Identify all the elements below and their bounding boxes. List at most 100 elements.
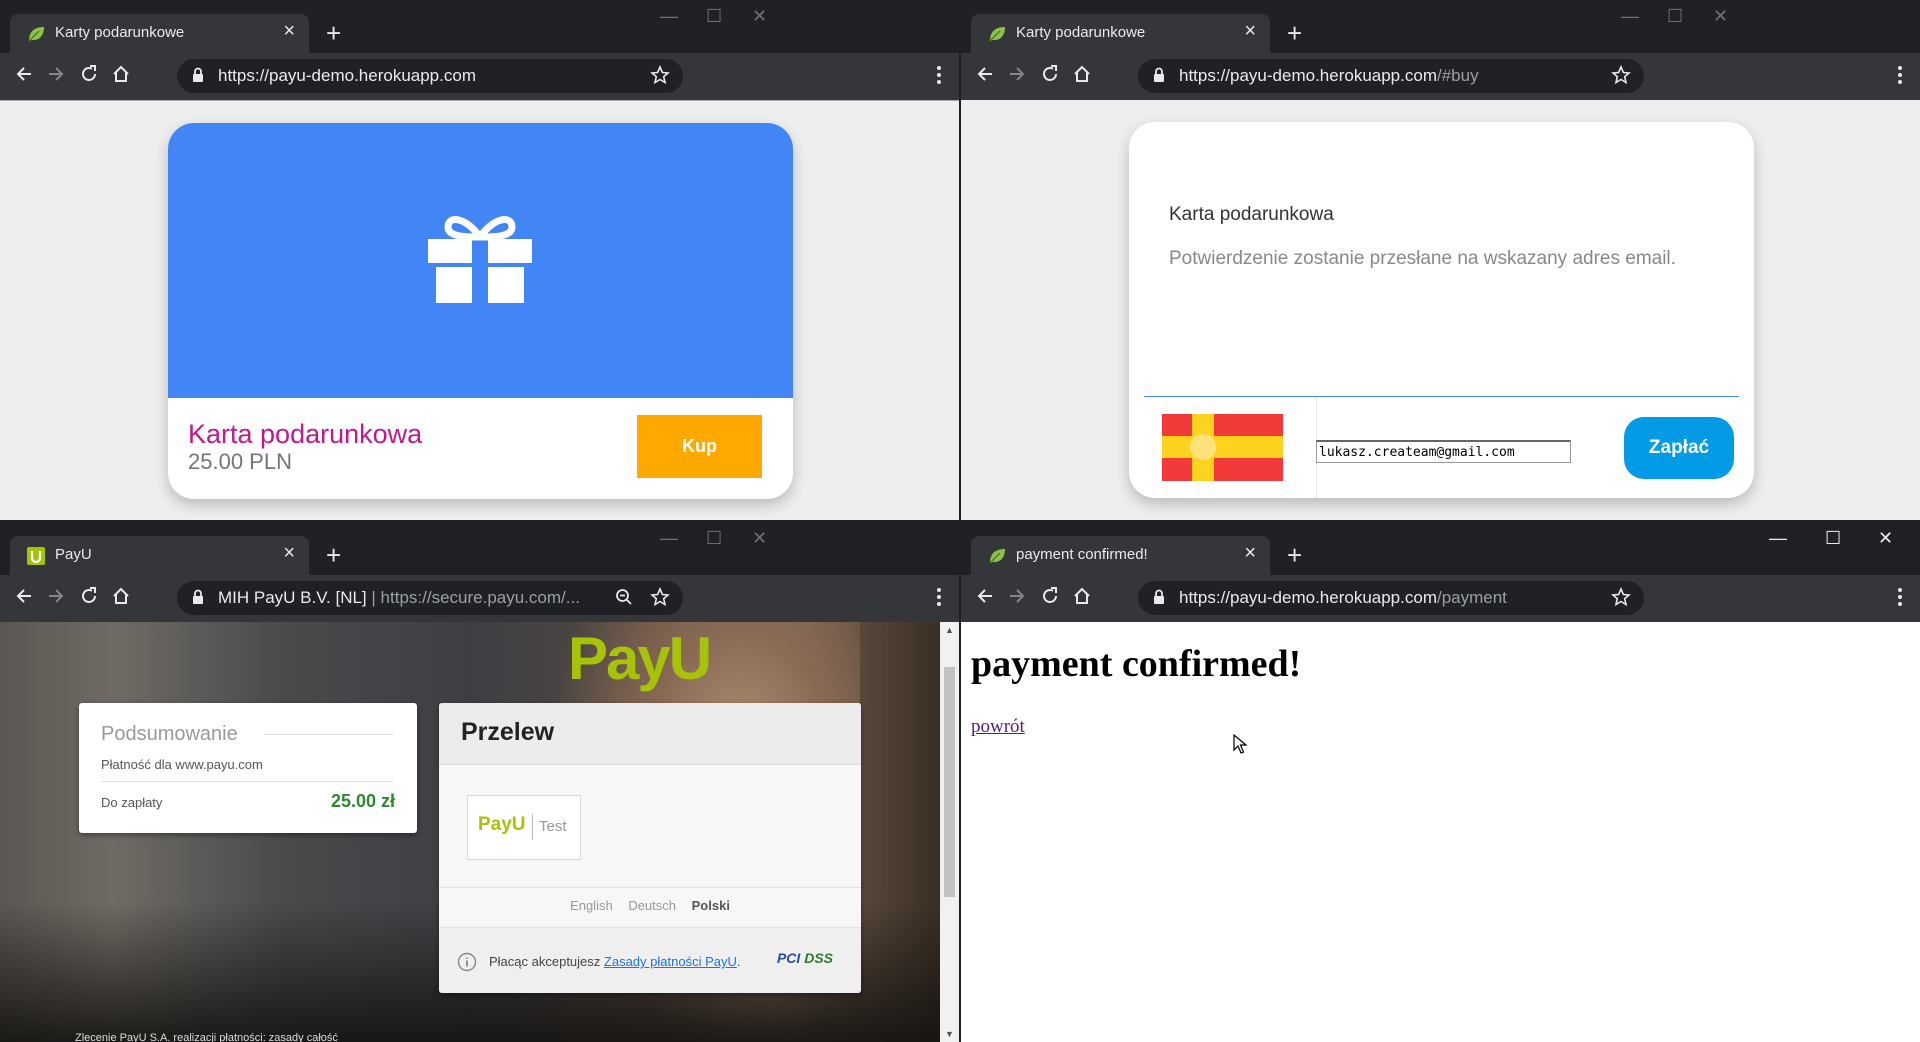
lock-icon (193, 67, 203, 82)
toolbar: MIH PayU B.V. [NL] | https://secure.payu… (0, 575, 959, 622)
address-bar[interactable]: https://payu-demo.herokuapp.com/#buy (1138, 59, 1644, 93)
tab-strip: Karty podarunkowe × + — ☐ ✕ (961, 0, 1920, 53)
minimize-icon[interactable]: — (1621, 6, 1639, 27)
method-label: Test (539, 818, 567, 835)
tab-payment-confirmed[interactable]: payment confirmed! × (971, 536, 1270, 575)
close-window-icon[interactable]: ✕ (752, 6, 767, 27)
reload-icon[interactable] (79, 64, 99, 84)
scroll-up-icon[interactable]: ▲ (945, 625, 954, 635)
bookmark-star-icon[interactable] (1611, 65, 1631, 85)
new-tab-icon[interactable]: + (326, 536, 341, 575)
forward-arrow-icon[interactable] (46, 586, 66, 606)
minimize-icon[interactable]: — (660, 528, 678, 549)
bookmark-star-icon[interactable] (650, 587, 670, 607)
browser-window-payu: PayU × + — ☐ ✕ MIH PayU B.V. [NL] | http… (0, 522, 959, 1042)
leaf-favicon-icon (989, 27, 1005, 42)
buy-button[interactable]: Kup (637, 415, 762, 478)
kebab-menu-icon[interactable] (1898, 588, 1902, 606)
close-window-icon[interactable]: ✕ (1878, 528, 1893, 549)
pci-dss-logo: PCI DSS (776, 950, 833, 966)
card-price: 25.00 PLN (188, 449, 292, 474)
scrollbar[interactable]: ▲ ▼ (940, 622, 959, 1042)
maximize-icon[interactable]: ☐ (1667, 6, 1683, 27)
kebab-menu-icon[interactable] (937, 588, 941, 606)
minimize-icon[interactable]: — (1769, 528, 1787, 549)
kebab-menu-icon[interactable] (937, 66, 941, 84)
gift-card-thumbnail-icon (1162, 414, 1283, 481)
address-bar[interactable]: MIH PayU B.V. [NL] | https://secure.payu… (177, 581, 683, 615)
summary-heading: Podsumowanie (101, 723, 238, 745)
address-bar[interactable]: https://payu-demo.herokuapp.com/payment (1138, 581, 1644, 615)
page-content: PayU Podsumowanie Płatność dla www.payu.… (0, 622, 959, 1042)
maximize-icon[interactable]: ☐ (706, 528, 722, 549)
payment-for: Płatność dla www.payu.com (101, 757, 263, 772)
tab-strip: payment confirmed! × + — ☐ ✕ (961, 522, 1920, 575)
forward-arrow-icon[interactable] (1007, 586, 1027, 606)
back-arrow-icon[interactable] (14, 586, 34, 606)
scroll-down-icon[interactable]: ▼ (945, 1029, 954, 1039)
kebab-menu-icon[interactable] (1898, 66, 1902, 84)
close-window-icon[interactable]: ✕ (752, 528, 767, 549)
home-icon[interactable] (111, 586, 131, 606)
tab-close-icon[interactable]: × (1244, 20, 1256, 43)
bookmark-star-icon[interactable] (1611, 587, 1631, 607)
tab-close-icon[interactable]: × (283, 20, 295, 43)
back-arrow-icon[interactable] (14, 64, 34, 84)
home-icon[interactable] (1072, 64, 1092, 84)
lang-deutsch[interactable]: Deutsch (628, 898, 676, 913)
transfer-panel: Przelew PayU Test English Deutsch Polski… (439, 703, 861, 993)
divider (532, 814, 533, 840)
reload-icon[interactable] (1040, 64, 1060, 84)
tab-title: PayU (55, 546, 92, 563)
lang-polski[interactable]: Polski (692, 898, 730, 913)
scrollbar-thumb[interactable] (944, 667, 955, 897)
to-pay-amount: 25.00 zł (330, 791, 395, 811)
payu-test-method-tile[interactable]: PayU Test (467, 795, 581, 860)
tab-strip: PayU × + — ☐ ✕ (0, 522, 959, 575)
back-link[interactable]: powrót (971, 716, 1025, 738)
new-tab-icon[interactable]: + (326, 14, 341, 53)
email-field[interactable] (1316, 440, 1571, 463)
tab-karty-podarunkowe[interactable]: Karty podarunkowe × (971, 14, 1270, 53)
new-tab-icon[interactable]: + (1287, 536, 1302, 575)
bookmark-star-icon[interactable] (650, 65, 670, 85)
maximize-icon[interactable]: ☐ (1825, 528, 1841, 549)
tab-karty-podarunkowe[interactable]: Karty podarunkowe × (10, 14, 309, 53)
zoom-icon[interactable] (615, 588, 633, 606)
payu-logo: PayU (568, 625, 712, 692)
gift-icon (428, 216, 532, 303)
page-title: payment confirmed! (971, 643, 1302, 685)
to-pay-label: Do zapłaty (101, 795, 163, 810)
home-icon[interactable] (111, 64, 131, 84)
maximize-icon[interactable]: ☐ (706, 6, 722, 27)
card-title: Karta podarunkowa (1169, 204, 1334, 225)
tab-payu[interactable]: PayU × (10, 536, 309, 575)
forward-arrow-icon[interactable] (1007, 64, 1027, 84)
new-tab-icon[interactable]: + (1287, 14, 1302, 53)
reload-icon[interactable] (79, 586, 99, 606)
terms-link[interactable]: Zasady płatności PayU (604, 954, 737, 969)
pay-button[interactable]: Zapłać (1624, 417, 1734, 479)
browser-window-giftcard: Karty podarunkowe × + — ☐ ✕ https://payu… (0, 0, 959, 520)
mouse-cursor-icon (1233, 734, 1247, 754)
summary-panel: Podsumowanie Płatność dla www.payu.com D… (79, 703, 417, 833)
home-icon[interactable] (1072, 586, 1092, 606)
terms-footer: Płacąc akceptujesz Zasady płatności PayU… (439, 927, 861, 993)
back-arrow-icon[interactable] (975, 586, 995, 606)
back-arrow-icon[interactable] (975, 64, 995, 84)
url-text: https://payu-demo.herokuapp.com (218, 66, 476, 85)
lang-english[interactable]: English (570, 898, 613, 913)
page-content: payment confirmed! powrót (961, 622, 1920, 1042)
forward-arrow-icon[interactable] (46, 64, 66, 84)
card-subtitle: Potwierdzenie zostanie przesłane na wska… (1169, 248, 1676, 269)
reload-icon[interactable] (1040, 586, 1060, 606)
divider (101, 781, 393, 782)
close-window-icon[interactable]: ✕ (1713, 6, 1728, 27)
tab-close-icon[interactable]: × (283, 542, 295, 565)
card-title: Karta podarunkowa (188, 419, 423, 449)
tab-close-icon[interactable]: × (1244, 542, 1256, 565)
tab-strip: Karty podarunkowe × + — ☐ ✕ (0, 0, 959, 53)
minimize-icon[interactable]: — (660, 6, 678, 27)
footer-text: Zlecenie PayU S.A. realizacji płatności:… (75, 1032, 338, 1042)
address-bar[interactable]: https://payu-demo.herokuapp.com (177, 59, 683, 93)
